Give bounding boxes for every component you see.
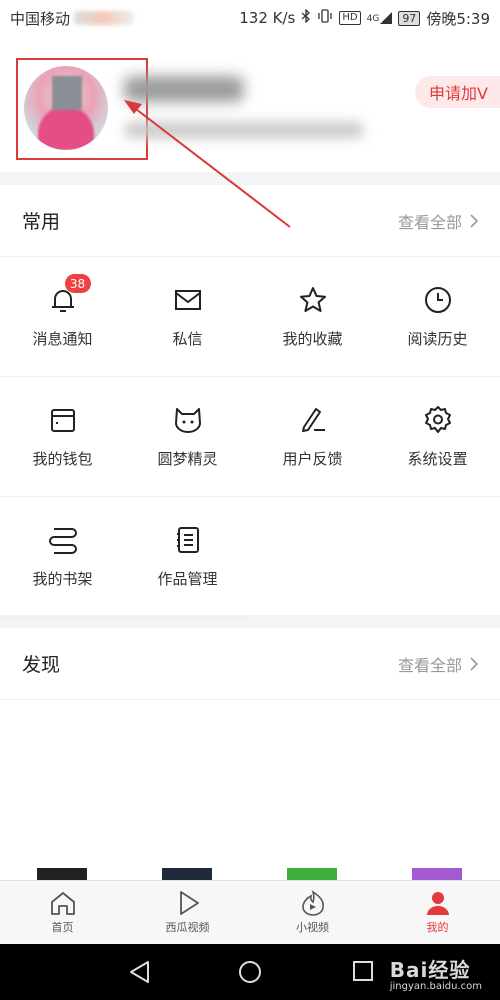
pen-icon xyxy=(301,408,325,432)
menu-item-history[interactable]: 阅读历史 xyxy=(375,257,500,377)
chevron-right-icon xyxy=(470,656,478,671)
blurred-username[interactable] xyxy=(124,76,244,102)
discover-section-header: 发现 查看全部 xyxy=(0,628,500,700)
avatar[interactable] xyxy=(24,66,108,150)
menu-item-settings[interactable]: 系统设置 xyxy=(375,377,500,497)
clock-time: 傍晚5:39 xyxy=(426,9,490,28)
menu-item-notifications[interactable]: 38 消息通知 xyxy=(0,257,125,377)
menu-item-label: 我的收藏 xyxy=(282,330,343,348)
menu-item-label: 用户反馈 xyxy=(282,450,343,468)
menu-item-favorites[interactable]: 我的收藏 xyxy=(250,257,375,377)
menu-item-label: 我的书架 xyxy=(32,570,93,588)
discover-thumbnails xyxy=(0,868,500,880)
menu-item-label: 圆梦精灵 xyxy=(157,450,218,468)
notification-count-badge: 38 xyxy=(64,274,91,293)
menu-item-label: 我的钱包 xyxy=(32,450,93,468)
discover-section: 发现 查看全部 xyxy=(0,628,500,880)
discover-thumbnail[interactable] xyxy=(162,868,212,880)
discover-thumbnail[interactable] xyxy=(37,868,87,880)
blurred-notification xyxy=(74,11,135,25)
person-icon xyxy=(426,892,449,915)
play-icon xyxy=(179,891,199,915)
home-icon xyxy=(50,892,75,915)
system-navigation-bar: Bai经验 jingyan.baidu.com xyxy=(0,944,500,1000)
recents-square-icon[interactable] xyxy=(352,960,374,982)
common-section-header: 常用 查看全部 xyxy=(0,185,500,257)
menu-item-wallet[interactable]: 我的钱包 xyxy=(0,377,125,497)
menu-item-label: 作品管理 xyxy=(157,570,218,588)
tab-short-video[interactable]: 小视频 xyxy=(250,881,375,944)
watermark-brand: Bai经验 xyxy=(389,958,471,982)
vibrate-icon xyxy=(317,9,333,27)
menu-item-bookshelf[interactable]: 我的书架 xyxy=(0,497,125,617)
home-circle-icon[interactable] xyxy=(238,960,262,984)
bottom-tab-bar: 首页 西瓜视频 小视频 我的 xyxy=(0,880,500,944)
avatar-highlight-box xyxy=(16,58,148,160)
menu-item-label: 系统设置 xyxy=(407,450,468,468)
star-icon xyxy=(299,287,326,312)
menu-item-dream-sprite[interactable]: 圆梦精灵 xyxy=(125,377,250,497)
flame-play-icon xyxy=(301,890,324,916)
tab-home[interactable]: 首页 xyxy=(0,881,125,944)
common-grid: 38 消息通知 私信 我的收藏 阅读历史 我的钱包 圆梦精灵 用户反馈 系统设置… xyxy=(0,257,500,617)
common-see-all-link[interactable]: 查看全部 xyxy=(398,209,478,233)
menu-item-feedback[interactable]: 用户反馈 xyxy=(250,377,375,497)
bookshelf-icon xyxy=(48,528,77,554)
apply-verification-button[interactable]: 申请加V xyxy=(415,76,500,108)
tab-xigua-video[interactable]: 西瓜视频 xyxy=(125,881,250,944)
discover-thumbnail[interactable] xyxy=(287,868,337,880)
discover-see-all-link[interactable]: 查看全部 xyxy=(398,652,478,676)
common-section: 常用 查看全部 38 消息通知 私信 我的收藏 阅读历史 我的钱包 圆梦精灵 用… xyxy=(0,185,500,617)
blurred-user-stats[interactable] xyxy=(124,122,364,138)
common-section-title: 常用 xyxy=(22,211,61,233)
clock-icon xyxy=(424,287,451,313)
avatar-mosaic xyxy=(52,76,82,110)
menu-item-label: 阅读历史 xyxy=(407,330,468,348)
mail-icon xyxy=(174,290,201,310)
hd-badge: HD xyxy=(339,11,361,25)
cat-face-icon xyxy=(174,408,201,433)
menu-item-label: 私信 xyxy=(172,330,203,348)
menu-item-label: 消息通知 xyxy=(32,330,93,348)
signal-icon: 4G xyxy=(367,12,393,24)
network-speed: 132 K/s xyxy=(239,9,296,27)
wallet-icon xyxy=(50,409,75,432)
status-bar: 中国移动 132 K/s HD 4G 97 傍晚5:39 xyxy=(0,0,500,36)
baidu-jingyan-watermark: Bai经验 jingyan.baidu.com xyxy=(390,954,482,992)
menu-item-works-management[interactable]: 作品管理 xyxy=(125,497,250,617)
tab-mine[interactable]: 我的 xyxy=(375,881,500,944)
discover-thumbnail[interactable] xyxy=(412,868,462,880)
watermark-url: jingyan.baidu.com xyxy=(389,981,482,992)
discover-section-title: 发现 xyxy=(22,654,61,676)
document-list-icon xyxy=(176,527,199,553)
back-icon[interactable] xyxy=(128,960,150,984)
carrier-name: 中国移动 xyxy=(10,9,71,28)
profile-header: 申请加V xyxy=(0,36,500,172)
network-type: 4G xyxy=(366,14,380,24)
battery-level: 97 xyxy=(398,10,421,26)
chevron-right-icon xyxy=(470,213,478,228)
bluetooth-icon xyxy=(301,8,311,27)
gear-icon xyxy=(424,406,451,433)
menu-item-messages[interactable]: 私信 xyxy=(125,257,250,377)
